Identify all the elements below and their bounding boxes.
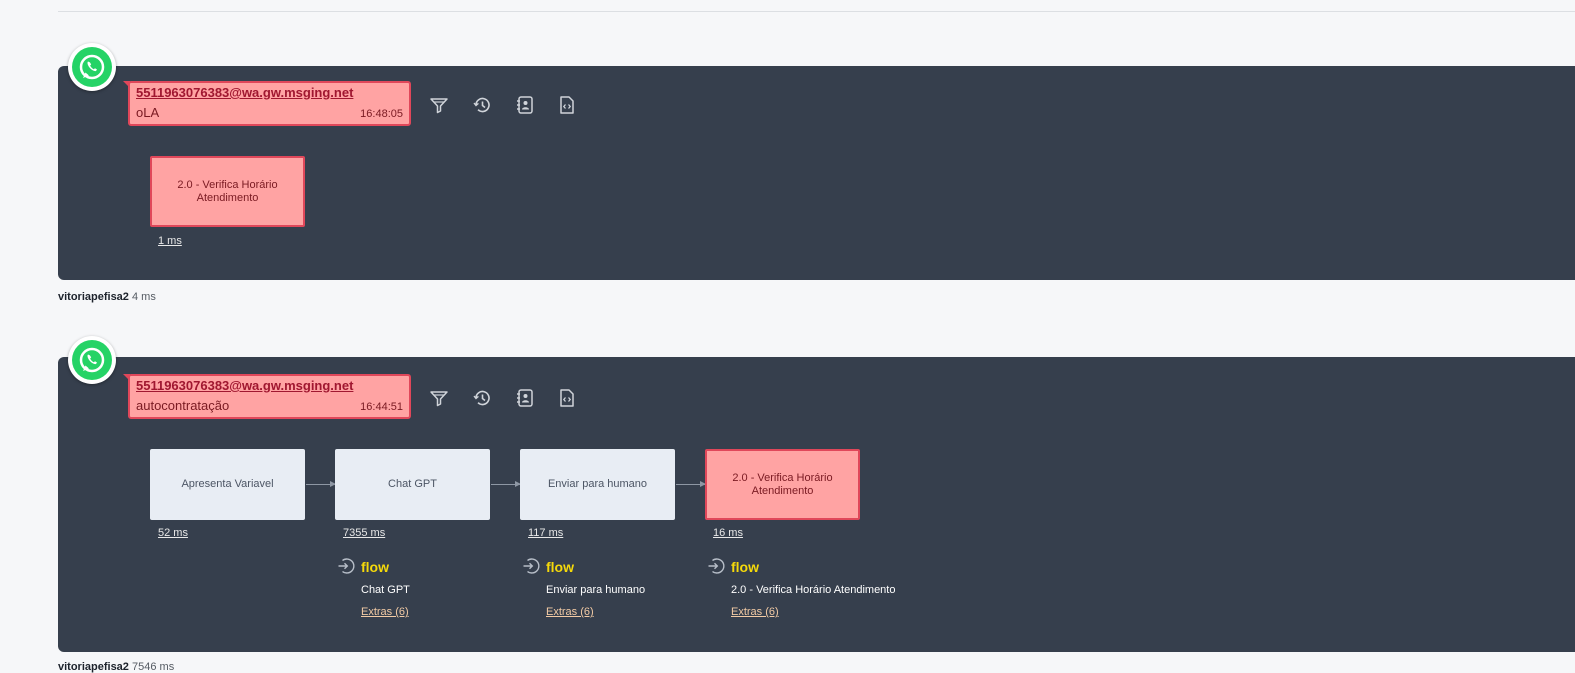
action-value: Chat GPT bbox=[361, 584, 410, 596]
contact-icon[interactable] bbox=[515, 95, 535, 115]
action-title: flow bbox=[546, 559, 574, 575]
filter-icon[interactable] bbox=[429, 388, 449, 408]
top-divider bbox=[58, 11, 1575, 12]
extras-link[interactable]: Extras (6) bbox=[361, 606, 409, 618]
extras-link[interactable]: Extras (6) bbox=[731, 606, 779, 618]
node-duration[interactable]: 52 ms bbox=[158, 527, 188, 539]
action-value: Enviar para humano bbox=[546, 584, 646, 596]
flow-action-icon bbox=[522, 556, 542, 576]
action-title: flow bbox=[361, 559, 389, 575]
message-user-link[interactable]: 5511963076383@wa.gw.msging.net bbox=[136, 378, 353, 393]
node-duration[interactable]: 16 ms bbox=[713, 527, 743, 539]
message-card: 5511963076383@wa.gw.msging.net oLA 16:48… bbox=[123, 81, 411, 126]
extras-link[interactable]: Extras (6) bbox=[546, 606, 594, 618]
message-time: 16:48:05 bbox=[360, 108, 403, 120]
footer-duration: 7546 ms bbox=[132, 661, 175, 673]
footer-duration: 4 ms bbox=[132, 291, 156, 303]
footer-user: vitoriapefisa2 bbox=[58, 661, 129, 673]
history-icon[interactable] bbox=[472, 95, 492, 115]
node-duration[interactable]: 7355 ms bbox=[343, 527, 385, 539]
flow-action-icon bbox=[337, 556, 357, 576]
footer-user: vitoriapefisa2 bbox=[58, 291, 129, 303]
flow-connector bbox=[491, 481, 521, 487]
node-duration[interactable]: 117 ms bbox=[528, 527, 563, 539]
flow-node[interactable]: Chat GPT bbox=[335, 449, 490, 520]
message-text: autocontratação bbox=[136, 398, 230, 413]
filter-icon[interactable] bbox=[429, 95, 449, 115]
history-icon[interactable] bbox=[472, 388, 492, 408]
whatsapp-icon bbox=[68, 43, 116, 91]
whatsapp-icon bbox=[68, 336, 116, 384]
message-card: 5511963076383@wa.gw.msging.net autocontr… bbox=[123, 374, 411, 419]
code-file-icon[interactable] bbox=[557, 95, 577, 115]
flow-connector bbox=[306, 481, 336, 487]
code-file-icon[interactable] bbox=[557, 388, 577, 408]
flow-connector bbox=[676, 481, 706, 487]
node-duration[interactable]: 1 ms bbox=[158, 235, 182, 247]
flow-node[interactable]: Apresenta Variavel bbox=[150, 449, 305, 520]
flow-action-icon bbox=[707, 556, 727, 576]
flow-node[interactable]: 2.0 - Verifica Horário Atendimento bbox=[150, 156, 305, 227]
message-time: 16:44:51 bbox=[360, 401, 403, 413]
action-value: 2.0 - Verifica Horário Atendimento bbox=[731, 584, 896, 596]
contact-icon[interactable] bbox=[515, 388, 535, 408]
flow-node[interactable]: 2.0 - Verifica Horário Atendimento bbox=[705, 449, 860, 520]
action-title: flow bbox=[731, 559, 759, 575]
message-text: oLA bbox=[136, 105, 160, 120]
flow-node[interactable]: Enviar para humano bbox=[520, 449, 675, 520]
message-user-link[interactable]: 5511963076383@wa.gw.msging.net bbox=[136, 85, 353, 100]
